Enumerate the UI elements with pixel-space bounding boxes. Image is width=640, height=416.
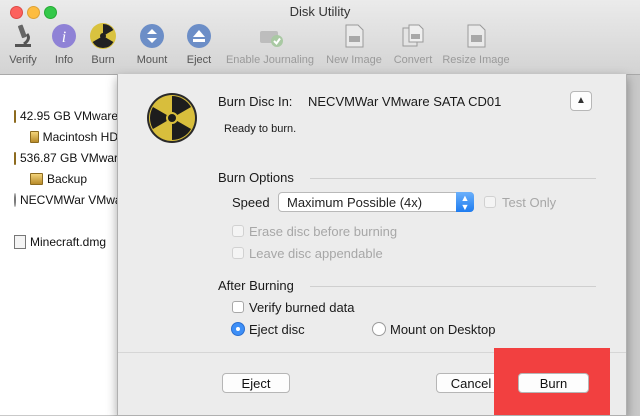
toolbar-label: Mount [136,54,168,66]
toolbar-info-button[interactable]: i Info [50,22,78,66]
eject-disc-label: Eject disc [249,322,305,337]
sidebar-item-label: Macintosh HD [42,130,118,144]
burn-status: Ready to burn. [224,123,297,135]
dmg-icon [14,235,26,249]
radiation-icon [89,22,117,50]
toolbar-label: Burn [91,54,115,66]
verify-burned-label: Verify burned data [249,300,355,315]
volume-icon [30,173,43,185]
toolbar-label: Convert [393,54,433,66]
sidebar-item-label: Backup [47,172,88,186]
new-image-icon [340,22,368,50]
toolbar-label: Info [54,54,74,66]
toolbar-mount-button[interactable]: Mount [134,22,170,66]
speed-value: Maximum Possible (4x) [287,195,423,210]
toolbar-convert-button[interactable]: Convert [391,22,435,66]
toolbar-label: New Image [326,54,382,66]
sidebar-item-disk-536gb[interactable]: 536.87 GB VMware [14,151,118,165]
window-title: Disk Utility [289,4,351,19]
mount-on-desktop-label: Mount on Desktop [390,322,496,337]
mount-on-desktop-radio[interactable] [372,322,386,336]
leave-appendable-checkbox[interactable] [232,247,244,259]
divider [310,286,596,287]
sidebar-item-label: Minecraft.dmg [30,235,107,249]
burn-disc-in-label: Burn Disc In: [218,94,293,109]
toolbar-verify-button[interactable]: Verify [6,22,40,66]
toolbar-label: Eject [186,54,212,66]
toolbar-resize-image-button[interactable]: Resize Image [440,22,512,66]
burn-button[interactable]: Burn [518,373,589,393]
toolbar-label: Resize Image [442,54,510,66]
sidebar-item-label: NECVMWar VMware [20,193,118,207]
cd-drive-icon [14,193,16,207]
sidebar-item-label: 536.87 GB VMware [20,151,118,165]
toolbar-new-image-button[interactable]: New Image [324,22,384,66]
sidebar-item-cd-drive[interactable]: NECVMWar VMware [14,193,118,207]
journaling-icon [256,22,284,50]
erase-disc-checkbox[interactable] [232,225,244,237]
chevron-updown-icon: ▲ ▼ [456,192,474,212]
microscope-icon [9,22,37,50]
device-sidebar: 42.95 GB VMware Macintosh HD 536.87 GB V… [0,75,119,415]
sidebar-item-minecraft-dmg[interactable]: Minecraft.dmg [14,235,118,249]
disk-icon [14,109,16,123]
disk-icon [14,151,16,165]
radiation-icon [146,92,198,144]
window-titlebar: Disk Utility Verify i Info Burn Mount Ej… [0,0,640,75]
volume-icon [30,131,39,143]
toolbar-label: Enable Journaling [225,54,315,66]
after-burning-heading: After Burning [218,278,294,293]
toolbar-eject-button[interactable]: Eject [184,22,214,66]
leave-appendable-label: Leave disc appendable [249,246,383,261]
eject-icon [185,22,213,50]
toolbar-enable-journaling-button[interactable]: Enable Journaling [222,22,318,66]
burn-options-heading: Burn Options [218,170,294,185]
sidebar-item-label: 42.95 GB VMware [20,109,118,123]
drive-name: NECVMWar VMware SATA CD01 [308,94,502,109]
sidebar-item-macintosh-hd[interactable]: Macintosh HD [30,130,118,144]
speed-select[interactable]: Maximum Possible (4x) ▲ ▼ [278,192,474,212]
eject-button[interactable]: Eject [222,373,290,393]
test-only-checkbox[interactable] [484,196,496,208]
svg-text:i: i [62,29,66,46]
convert-icon [399,22,427,50]
divider [310,178,596,179]
speed-label: Speed [232,195,270,210]
toolbar-burn-button[interactable]: Burn [88,22,118,66]
resize-image-icon [462,22,490,50]
info-icon: i [50,22,78,50]
mount-icon [138,22,166,50]
chevron-up-icon: ▲ [576,95,586,106]
verify-burned-checkbox[interactable] [232,301,244,313]
test-only-label: Test Only [502,195,557,210]
erase-disc-label: Erase disc before burning [249,224,398,239]
sidebar-item-disk-42gb[interactable]: 42.95 GB VMware [14,109,118,123]
sidebar-item-backup[interactable]: Backup [30,172,118,186]
toolbar-label: Verify [9,54,37,66]
eject-disc-radio[interactable] [231,322,245,336]
collapse-details-button[interactable]: ▲ [570,91,592,111]
